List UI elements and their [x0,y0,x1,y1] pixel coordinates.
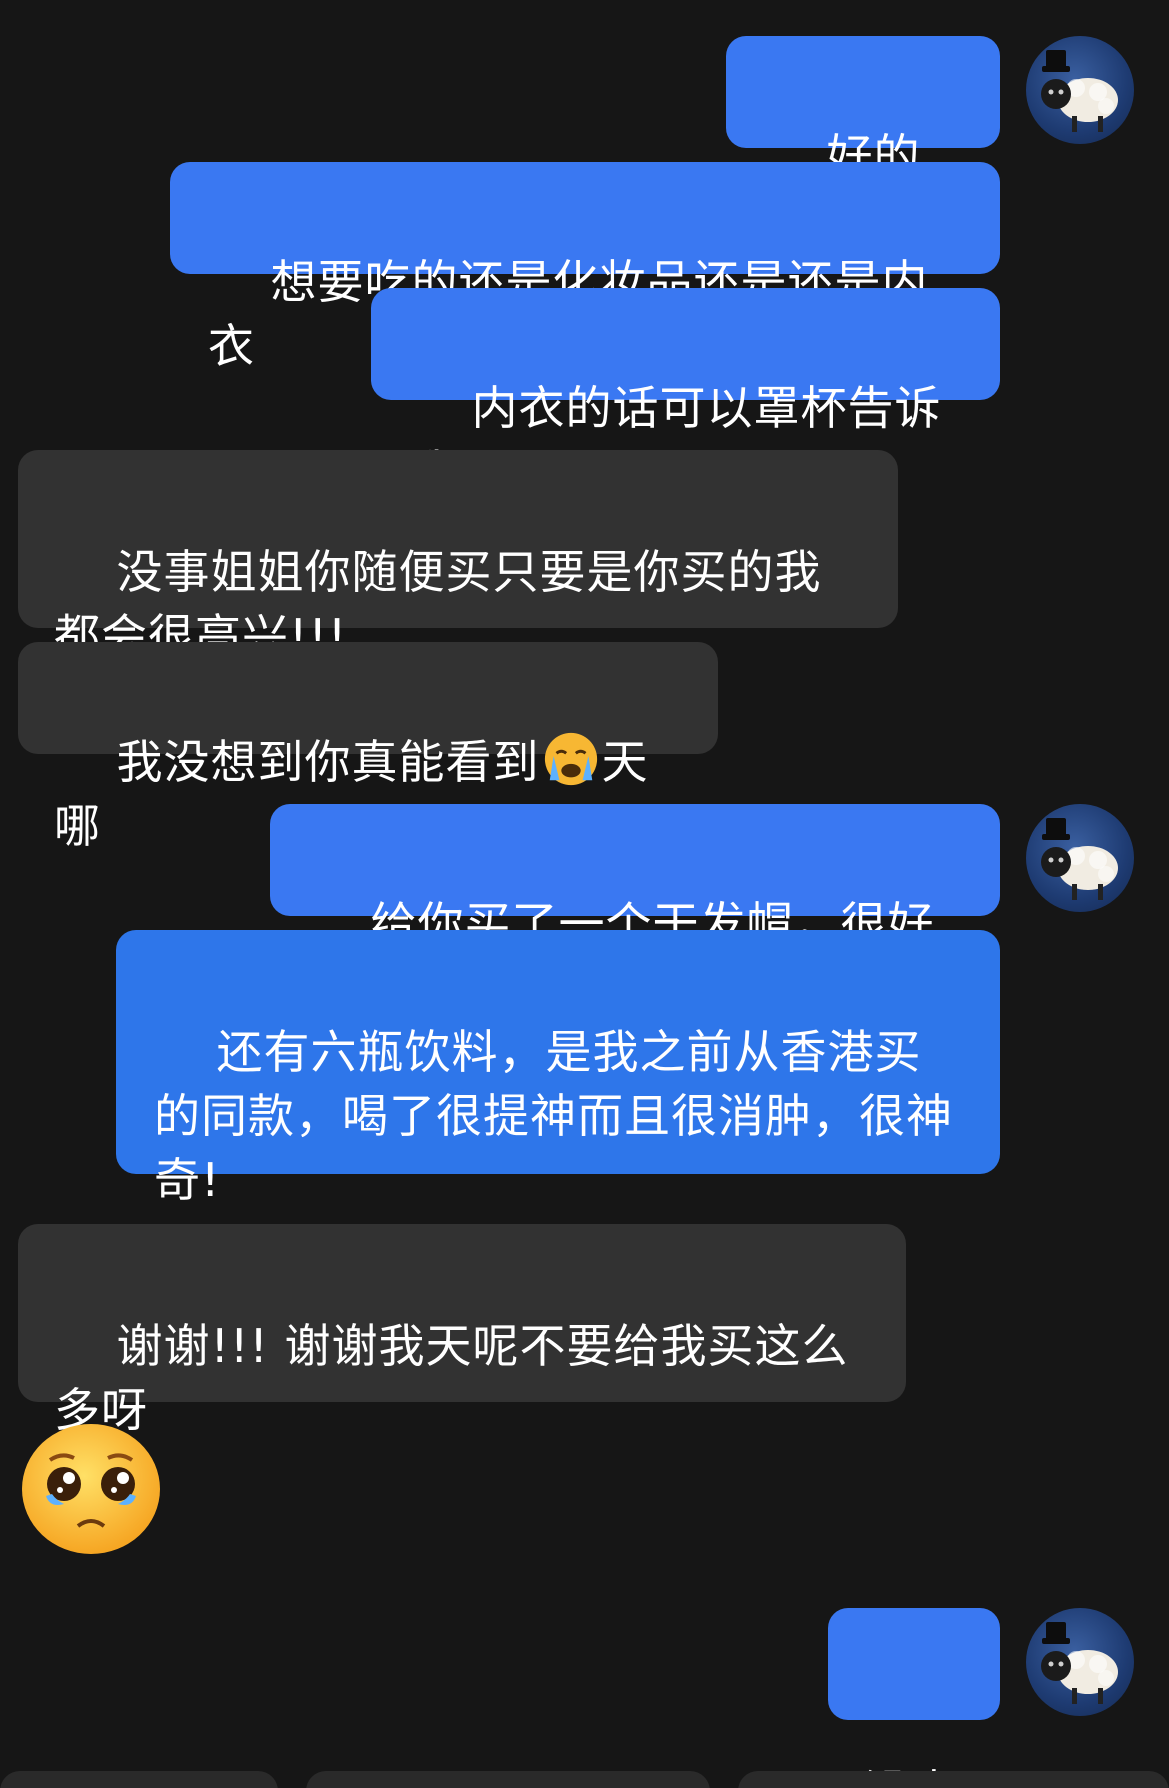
message-bubble-sent[interactable]: 想要吃的还是化妆品还是还是内衣 [170,162,1000,373]
user-avatar[interactable] [1026,804,1134,912]
chat-thread: 好的宝贝 想要吃的还是化妆品还是还是内衣 内衣的话可以罩杯告诉我 没事姐姐你随便… [0,0,1169,1788]
pug-sheep-icon [1041,1622,1118,1704]
pug-sheep-icon [1041,50,1118,132]
pleading-face-icon [22,1424,160,1554]
crying-face-icon [544,732,597,786]
message-text: 谢谢!!! 谢谢我天呢不要给我买这么多呀 [54,1319,849,1437]
user-avatar[interactable] [1026,36,1134,144]
user-avatar[interactable] [1026,1608,1134,1716]
message-bubble-received[interactable]: 我没想到你真能看到 天哪 [18,642,718,853]
message-bubble-received[interactable]: 没事姐姐你随便买只要是你买的我都会很高兴!!! [18,450,898,663]
quick-reply-chip[interactable] [738,1771,1169,1788]
emoji-message[interactable] [20,1422,162,1560]
message-bubble-sent[interactable]: 给你买了一个干发帽，很好用 [270,804,1000,1015]
quick-reply-chip[interactable] [0,1771,278,1788]
quick-reply-chip[interactable] [306,1771,710,1788]
message-bubble-sent[interactable]: 还有六瓶饮料，是我之前从香港买的同款，喝了很提神而且很消肿，很神奇! [116,930,1000,1207]
message-bubble-sent[interactable]: 内衣的话可以罩杯告诉我 [371,288,1000,499]
message-bubble-sent[interactable]: 好的宝贝 [726,36,1000,247]
pug-sheep-icon [1041,818,1118,900]
message-bubble-received[interactable]: 谢谢!!! 谢谢我天呢不要给我买这么多呀 [18,1224,906,1437]
message-text-start: 我没想到你真能看到 [116,735,540,789]
message-text: 还有六瓶饮料，是我之前从香港买的同款，喝了很提神而且很消肿，很神奇! [154,1025,953,1207]
message-bubble-sent[interactable]: 没事 [828,1608,1000,1788]
